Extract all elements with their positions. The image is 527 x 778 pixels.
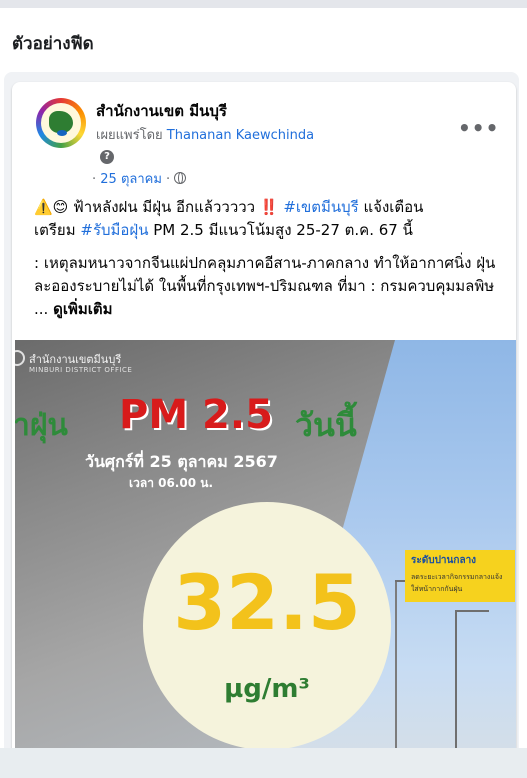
post-body: : เหตุลมหนาวจากจีนแผ่ปกคลุมภาคอีสาน-ภาคก… bbox=[34, 254, 496, 318]
post-meta: · 25 ตุลาคม · bbox=[92, 168, 187, 189]
see-more-link[interactable]: ดูเพิ่มเติม bbox=[53, 300, 112, 318]
post-text: ⚠️😊 ฟ้าหลังฝน มีฝุ่น อีกแล้ววววว ‼️ #เขต… bbox=[34, 196, 504, 331]
help-icon[interactable]: ? bbox=[100, 150, 114, 164]
level-title: ระดับปานกลาง bbox=[411, 555, 477, 566]
hashtag-minburi[interactable]: #เขตมีนบุรี bbox=[283, 198, 358, 216]
pm25-value: 32.5 bbox=[173, 558, 361, 647]
street-lamp-arm bbox=[455, 610, 489, 612]
image-date: วันศุกร์ที่ 25 ตุลาคม 2567 bbox=[85, 452, 278, 471]
page-avatar[interactable] bbox=[36, 98, 86, 148]
publisher-link[interactable]: Thananan Kaewchinda bbox=[167, 128, 314, 143]
top-strip bbox=[0, 0, 527, 8]
more-options-icon[interactable]: ••• bbox=[458, 116, 499, 140]
logo-base-icon bbox=[57, 130, 67, 136]
level-badge: ระดับปานกลาง ลดระยะเวลากิจกรรมกลางแจ้ง ใ… bbox=[405, 550, 515, 602]
avatar-logo bbox=[41, 103, 81, 143]
published-by: เผยแพร่โดย Thananan Kaewchinda bbox=[96, 124, 314, 145]
image-left-word: าฝุ่น bbox=[15, 408, 68, 443]
post-card: สำนักงานเขต มีนบุรี เผยแพร่โดย Thananan … bbox=[12, 82, 516, 778]
hashtag-dust[interactable]: #รับมือฝุ่น bbox=[80, 221, 148, 239]
page-name[interactable]: สำนักงานเขต มีนบุรี bbox=[96, 99, 227, 123]
post-image[interactable]: สำนักงานเขตมีนบุรี MINBURI DISTRICT OFFI… bbox=[15, 340, 516, 778]
bottom-strip bbox=[0, 748, 527, 778]
image-headline: PM 2.5 bbox=[119, 392, 273, 438]
image-right-word: วันนี้ bbox=[295, 406, 357, 444]
feed-preview-panel: ตัวอย่างฟีด สำนักงานเขต มีนบุรี เผยแพร่โ… bbox=[0, 8, 527, 778]
image-watermark-sub: MINBURI DISTRICT OFFICE bbox=[29, 366, 133, 374]
pm25-unit: µg/m³ bbox=[224, 674, 310, 704]
level-item: ใส่หน้ากากกันฝุ่น bbox=[411, 585, 463, 593]
published-by-label: เผยแพร่โดย bbox=[96, 128, 163, 143]
image-time: เวลา 06.00 น. bbox=[129, 476, 214, 490]
level-item: ลดระยะเวลากิจกรรมกลางแจ้ง bbox=[411, 573, 503, 581]
panel-title: ตัวอย่างฟีด bbox=[12, 34, 94, 54]
post-headline: ⚠️😊 ฟ้าหลังฝน มีฝุ่น อีกแล้ววววว ‼️ #เขต… bbox=[34, 198, 424, 239]
globe-icon bbox=[174, 172, 187, 184]
post-date[interactable]: 25 ตุลาคม bbox=[100, 172, 162, 187]
